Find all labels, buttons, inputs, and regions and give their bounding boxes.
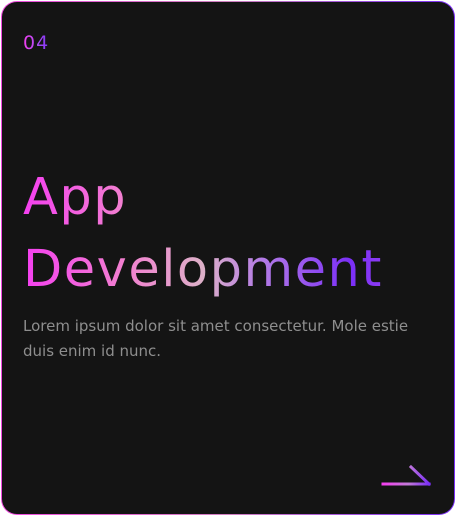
service-card[interactable]: 04 App Development Lorem ipsum dolor sit… — [1, 1, 455, 515]
card-title-line-2: Development — [23, 240, 383, 299]
card-description: Lorem ipsum dolor sit amet consectetur. … — [23, 317, 409, 360]
card-title: App Development — [23, 162, 423, 306]
card-title-line-1: App — [23, 168, 128, 227]
arrow-right-icon[interactable] — [381, 464, 433, 488]
card-number: 04 — [23, 32, 50, 54]
